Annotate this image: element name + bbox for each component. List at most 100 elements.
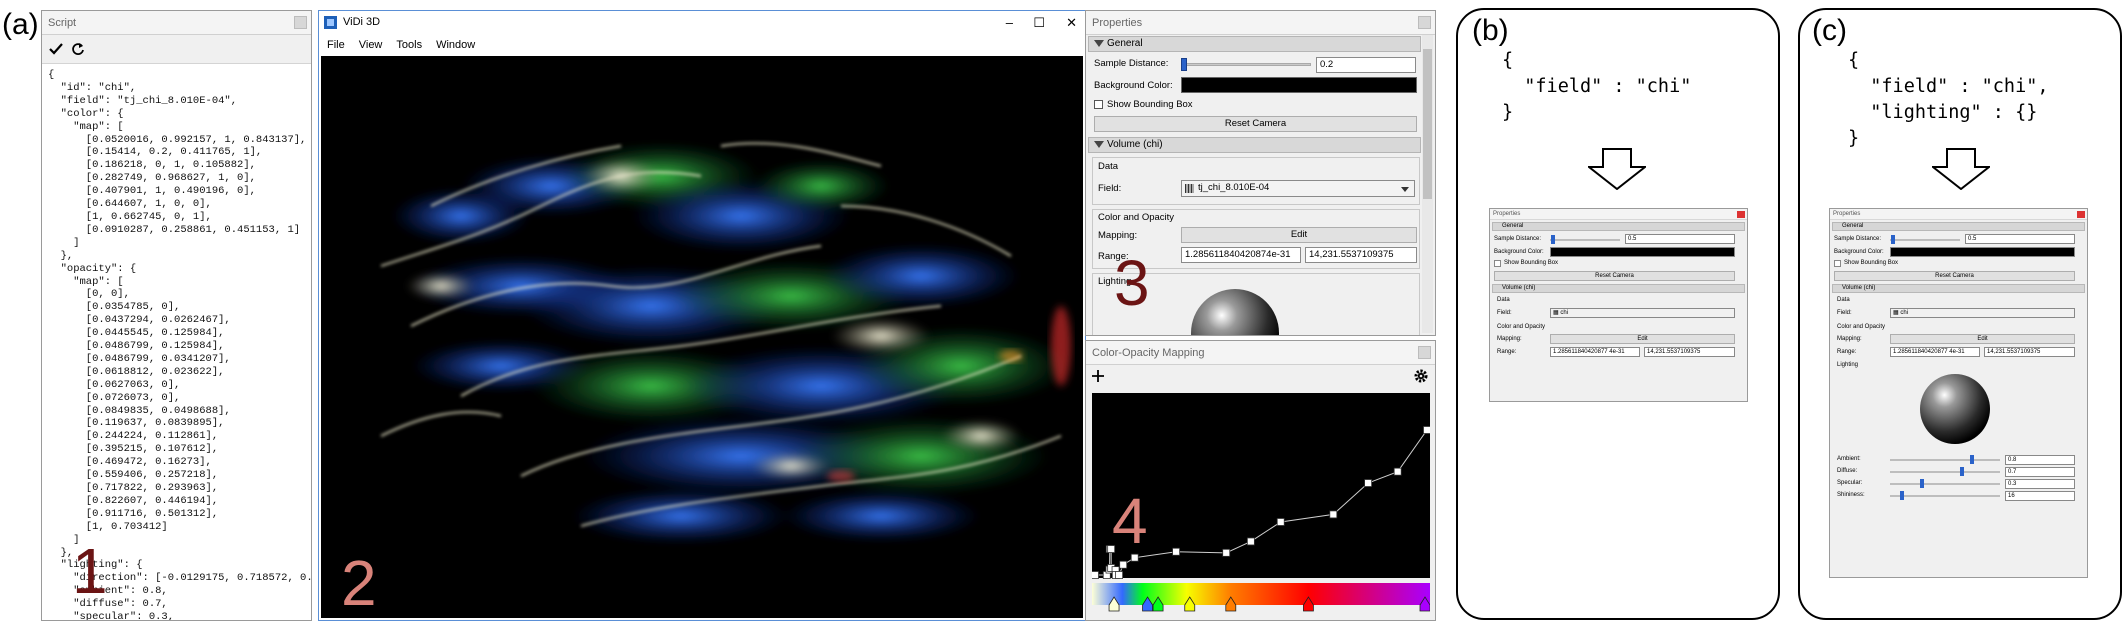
scrollbar-thumb[interactable] bbox=[1423, 49, 1432, 199]
opacity-point-8[interactable] bbox=[1115, 571, 1124, 579]
field-dropdown-value: tj_chi_8.010E-04 bbox=[1198, 182, 1270, 193]
mini-field-dropdown[interactable]: ▦ chi bbox=[1890, 308, 2075, 318]
sample-distance-input[interactable]: 0.2 bbox=[1316, 57, 1416, 73]
figure-label-c: (c) bbox=[1812, 14, 1847, 47]
background-color-swatch[interactable] bbox=[1181, 77, 1417, 93]
close-icon[interactable] bbox=[1418, 346, 1431, 359]
properties-scrollbar[interactable] bbox=[1422, 35, 1433, 333]
mini-ambient-slider-handle[interactable] bbox=[1970, 455, 1974, 464]
mini-sample-distance-slider-handle[interactable] bbox=[1891, 235, 1895, 244]
opacity-point-16[interactable] bbox=[1364, 479, 1373, 487]
mini-range-min-input[interactable]: 1.285611840420877 4e-31 bbox=[1550, 347, 1640, 357]
mini-ambient-input[interactable]: 0.8 bbox=[2005, 455, 2075, 465]
close-icon[interactable] bbox=[1737, 211, 1745, 218]
mini-sample-distance-input[interactable]: 0.5 bbox=[1965, 234, 2075, 244]
close-icon[interactable] bbox=[294, 16, 307, 29]
checkmark-icon[interactable] bbox=[49, 43, 63, 55]
mini-field-dropdown[interactable]: ▦ chi bbox=[1550, 308, 1735, 318]
mini-background-color-label: Background Color: bbox=[1834, 249, 1884, 255]
mini-range-max-input[interactable]: 14,231.5537109375 bbox=[1644, 347, 1735, 357]
mini-range-min-input[interactable]: 1.285611840420877 4e-31 bbox=[1890, 347, 1980, 357]
mini-reset-camera-button[interactable]: Reset Camera bbox=[1834, 271, 2075, 281]
opacity-point-0[interactable] bbox=[1092, 571, 1099, 579]
mini-diffuse-input[interactable]: 0.7 bbox=[2005, 467, 2075, 477]
mini-section-volume[interactable]: Volume (chi) bbox=[1492, 284, 1745, 293]
mini-shininess-slider-handle[interactable] bbox=[1900, 491, 1904, 500]
show-bounding-box-label: Show Bounding Box bbox=[1107, 99, 1193, 110]
chevron-down-icon bbox=[1401, 187, 1409, 192]
mini-specular-slider[interactable] bbox=[1890, 483, 2000, 485]
close-button[interactable]: ✕ bbox=[1066, 11, 1077, 34]
mini-shininess-slider[interactable] bbox=[1890, 495, 2000, 497]
mini-background-color-swatch[interactable] bbox=[1890, 247, 2075, 257]
opacity-point-12[interactable] bbox=[1222, 548, 1231, 557]
mini-properties-b: Properties General Sample Distance: 0.5 Back… bbox=[1489, 208, 1748, 402]
mini-show-bounding-box-checkbox[interactable] bbox=[1834, 260, 1841, 267]
range-max-input[interactable]: 14,231.5537109375 bbox=[1305, 247, 1417, 263]
edit-mapping-button[interactable]: Edit bbox=[1181, 227, 1417, 243]
mini-section-general[interactable]: General bbox=[1832, 222, 2085, 231]
properties-title: Properties bbox=[1086, 11, 1435, 35]
color-gradient-bar[interactable] bbox=[1092, 583, 1430, 605]
menu-tools[interactable]: Tools bbox=[396, 39, 422, 51]
minimize-button[interactable]: – bbox=[1006, 11, 1013, 34]
mini-sample-distance-slider[interactable] bbox=[1890, 239, 1960, 241]
opacity-point-14[interactable] bbox=[1276, 518, 1285, 526]
mini-diffuse-slider[interactable] bbox=[1890, 471, 2000, 473]
mini-properties-title: Properties bbox=[1830, 209, 2087, 220]
mini-reset-camera-button[interactable]: Reset Camera bbox=[1494, 271, 1735, 281]
mini-specular-input[interactable]: 0.3 bbox=[2005, 479, 2075, 489]
volume-render-viewport[interactable]: 2 bbox=[321, 56, 1083, 618]
reset-camera-button[interactable]: Reset Camera bbox=[1094, 116, 1417, 132]
figure-label-a: (a) bbox=[2, 8, 39, 41]
mini-range-max-input[interactable]: 14,231.5537109375 bbox=[1984, 347, 2075, 357]
region-number-4: 4 bbox=[1112, 485, 1148, 557]
range-min-input[interactable]: 1.285611840420874e-31 bbox=[1181, 247, 1301, 263]
main-window: ViDi 3D – ☐ ✕ File View Tools Window 2 bbox=[318, 10, 1086, 621]
sample-distance-slider[interactable] bbox=[1181, 63, 1311, 66]
menu-view[interactable]: View bbox=[359, 39, 383, 51]
data-label: Data bbox=[1098, 161, 1119, 172]
down-arrow-icon bbox=[1588, 148, 1646, 190]
plus-icon[interactable] bbox=[1092, 370, 1104, 382]
volume-rendering bbox=[380, 142, 1071, 544]
gear-icon[interactable] bbox=[1413, 368, 1429, 384]
mini-section-general[interactable]: General bbox=[1492, 222, 1745, 231]
mini-section-volume[interactable]: Volume (chi) bbox=[1832, 284, 2085, 293]
opacity-point-11[interactable] bbox=[1172, 547, 1180, 556]
mini-shininess-input[interactable]: 16 bbox=[2005, 491, 2075, 501]
mini-sample-distance-slider-handle[interactable] bbox=[1551, 235, 1555, 244]
mini-diffuse-slider-handle[interactable] bbox=[1960, 467, 1964, 476]
mini-sample-distance-input[interactable]: 0.5 bbox=[1625, 234, 1735, 244]
section-general[interactable]: General bbox=[1088, 36, 1421, 52]
mini-ambient-slider[interactable] bbox=[1890, 459, 2000, 461]
mini-edit-mapping-button[interactable]: Edit bbox=[1890, 334, 2075, 344]
region-number-1: 1 bbox=[72, 535, 108, 607]
menu-file[interactable]: File bbox=[327, 39, 345, 51]
config-code-b: { "field" : "chi" } bbox=[1502, 50, 1692, 123]
maximize-button[interactable]: ☐ bbox=[1033, 11, 1045, 34]
mini-background-color-swatch[interactable] bbox=[1550, 247, 1735, 257]
region-number-2: 2 bbox=[341, 547, 377, 619]
mini-lighting-sphere[interactable] bbox=[1920, 374, 1990, 444]
opacity-point-18[interactable] bbox=[1423, 426, 1431, 434]
opacity-point-9[interactable] bbox=[1119, 560, 1128, 569]
opacity-point-17[interactable] bbox=[1393, 467, 1402, 476]
app-icon bbox=[324, 16, 337, 29]
close-icon[interactable] bbox=[1418, 16, 1431, 29]
reload-icon[interactable] bbox=[71, 42, 85, 56]
close-icon[interactable] bbox=[2077, 211, 2085, 218]
mini-field-label: Field: bbox=[1837, 310, 1852, 316]
sample-distance-slider-handle[interactable] bbox=[1181, 58, 1187, 71]
mini-specular-slider-handle[interactable] bbox=[1920, 479, 1924, 488]
show-bounding-box-checkbox[interactable] bbox=[1094, 100, 1103, 109]
mini-sample-distance-slider[interactable] bbox=[1550, 239, 1620, 241]
color-opacity-title: Color-Opacity Mapping bbox=[1086, 341, 1435, 365]
field-dropdown[interactable]: tj_chi_8.010E-04 bbox=[1181, 180, 1415, 197]
mini-edit-mapping-button[interactable]: Edit bbox=[1550, 334, 1735, 344]
opacity-point-13[interactable] bbox=[1246, 537, 1255, 546]
section-volume[interactable]: Volume (chi) bbox=[1088, 137, 1421, 153]
menu-window[interactable]: Window bbox=[436, 39, 475, 51]
opacity-point-15[interactable] bbox=[1329, 510, 1338, 519]
mini-show-bounding-box-checkbox[interactable] bbox=[1494, 260, 1501, 267]
